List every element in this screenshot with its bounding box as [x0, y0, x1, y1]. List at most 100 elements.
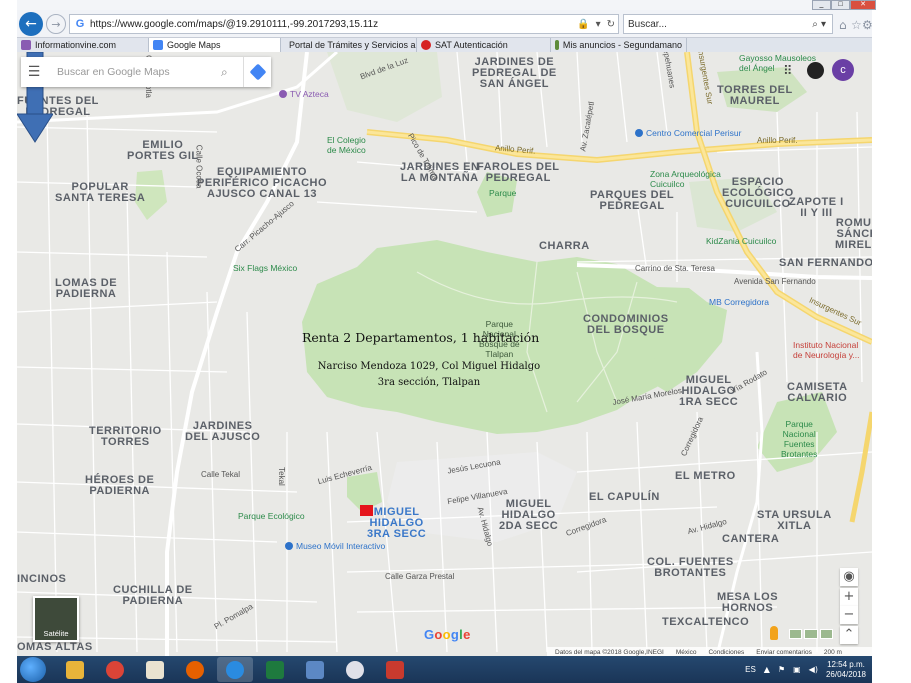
directions-button[interactable]: [243, 57, 271, 87]
poi-six-flags[interactable]: Six Flags México: [233, 263, 297, 273]
satellite-toggle[interactable]: Satélite: [33, 596, 79, 642]
poi-cuicuilco[interactable]: Zona Arqueológica Cuicuilco: [650, 169, 721, 189]
tab-sat-autenticacion[interactable]: SAT Autenticación: [417, 38, 551, 52]
taskbar-firefox[interactable]: [177, 657, 213, 682]
close-window-button[interactable]: ✕: [850, 0, 876, 10]
poi-label: Parque: [489, 188, 517, 198]
yellow-road: [849, 411, 872, 523]
poi-colegio-mexico[interactable]: El Colegio de México: [327, 135, 366, 155]
map-canvas[interactable]: JARDINES DE PEDREGAL DE SAN ÁNGEL TORRES…: [17, 52, 872, 656]
feedback-link[interactable]: Enviar comentarios: [756, 649, 812, 656]
imagery-thumb[interactable]: [819, 629, 833, 639]
notifications-icon[interactable]: [807, 62, 824, 79]
google-favicon-icon: G: [75, 18, 85, 30]
refresh-icon[interactable]: ↻: [604, 19, 618, 30]
flag-icon[interactable]: ⚑: [778, 665, 785, 674]
volume-icon[interactable]: ◀): [809, 665, 818, 674]
tab-label: Mis anuncios - Segundamano: [562, 40, 682, 50]
tab-label: Portal de Trámites y Servicios a...: [289, 40, 417, 50]
my-location-button[interactable]: ◉: [840, 568, 858, 586]
poi-label: Museo Móvil Interactivo: [296, 541, 386, 551]
network-icon[interactable]: ▣: [793, 665, 801, 674]
poi-perisur[interactable]: Centro Comercial Perisur: [635, 128, 741, 138]
taskbar-chrome[interactable]: [97, 657, 133, 682]
minimize-button[interactable]: _: [812, 0, 831, 10]
maximize-button[interactable]: □: [831, 0, 850, 10]
tab-portal-tramites[interactable]: Portal de Trámites y Servicios a...: [281, 38, 417, 52]
poi-parque-ecologico[interactable]: Parque Ecológico: [238, 511, 305, 521]
taskbar-excel[interactable]: [257, 657, 293, 682]
start-button[interactable]: [20, 657, 46, 682]
poi-parque[interactable]: Parque: [489, 188, 516, 198]
address-bar-row: ← → G https://www.google.com/maps/@19.29…: [17, 10, 873, 38]
folder-icon: [66, 660, 84, 679]
browser-search-placeholder: Buscar...: [628, 18, 667, 30]
google-logo: Google: [424, 627, 471, 642]
browser-window: _ □ ✕ ← → G https://www.google.com/maps/…: [17, 0, 876, 683]
browser-search-field[interactable]: Buscar... ⌕ ▾: [623, 14, 833, 34]
search-icon[interactable]: ⌕ ▾: [812, 19, 832, 30]
poi-mb-corregidora[interactable]: MB Corregidora: [709, 297, 769, 307]
street-label: Calle Tekal: [201, 470, 240, 479]
home-icon[interactable]: ⌂: [839, 18, 847, 32]
poi-museo-movil[interactable]: Museo Móvil Interactivo: [285, 541, 385, 551]
street-label: Calle Ocotla: [194, 144, 204, 189]
neighborhood-label: CAMISETA CALVARIO: [787, 381, 848, 404]
maps-search-input[interactable]: Buscar en Google Maps: [47, 66, 221, 78]
scale-label[interactable]: 200 m: [824, 649, 842, 656]
neighborhood-label: JARDINES DE PEDREGAL DE SAN ÁNGEL: [472, 56, 557, 90]
taskbar-chart-app[interactable]: [377, 657, 413, 682]
rental-title: Renta 2 Departamentos, 1 habitación: [302, 330, 540, 345]
chrome-icon: [106, 660, 124, 679]
settings-gear-icon[interactable]: ⚙: [862, 18, 873, 32]
imagery-thumb[interactable]: [789, 629, 803, 639]
dropdown-arrow-icon[interactable]: ▾: [593, 19, 604, 30]
tab-informationvine[interactable]: Informationvine.com: [17, 38, 149, 52]
search-icon[interactable]: ⌕: [221, 65, 243, 80]
poi-tv-azteca[interactable]: TV Azteca: [279, 89, 329, 99]
url-field[interactable]: G https://www.google.com/maps/@19.291011…: [69, 14, 619, 34]
taskbar-ie[interactable]: [217, 657, 253, 682]
neighborhood-label: EQUIPAMIENTO PERIFÉRICO PICACHO AJUSCO C…: [197, 166, 328, 200]
poi-label: El Colegio de México: [327, 135, 366, 155]
poi-kidzania[interactable]: KidZania Cuicuilco: [706, 236, 776, 246]
language-indicator[interactable]: ES: [745, 665, 756, 674]
neighborhood-label: EL METRO: [675, 470, 736, 482]
poi-fuentes-brotantes[interactable]: Parque Nacional Fuentes Brotantes: [781, 419, 817, 459]
taskbar-explorer[interactable]: [57, 657, 93, 682]
tab-favicon-icon: [421, 40, 431, 50]
poi-marker-icon: [279, 90, 287, 98]
neighborhood-label: SAN FERNANDO: [779, 257, 872, 269]
imagery-thumb[interactable]: [804, 629, 818, 639]
clock[interactable]: 12:54 p.m. 26/04/2018: [826, 660, 866, 680]
pegman-icon[interactable]: [770, 626, 778, 640]
taskbar-window[interactable]: [297, 657, 333, 682]
address-line-2: 3ra sección, Tlalpan: [377, 377, 481, 388]
attribution-bar: Datos del mapa ©2018 Google,INEGI México…: [547, 647, 872, 656]
hamburger-menu-icon[interactable]: ☰: [21, 64, 47, 80]
back-button[interactable]: ←: [19, 12, 43, 36]
url-text: https://www.google.com/maps/@19.2910111,…: [90, 18, 379, 30]
zoom-out-button[interactable]: −: [840, 606, 858, 624]
region-link[interactable]: México: [676, 649, 697, 656]
tab-segundamano[interactable]: Mis anuncios - Segundamano: [551, 38, 687, 52]
tab-favicon-icon: [21, 40, 31, 50]
avatar[interactable]: c: [832, 59, 854, 81]
lock-icon: 🔒: [577, 18, 590, 30]
poi-neurologia[interactable]: Instituto Nacional de Neurología y...: [793, 340, 859, 360]
tab-google-maps[interactable]: Google Maps: [149, 38, 281, 52]
zoom-in-button[interactable]: +: [840, 588, 858, 606]
expand-controls-button[interactable]: ⌃: [840, 626, 858, 644]
media-player-icon: [146, 660, 164, 679]
favorites-star-icon[interactable]: ☆: [851, 18, 862, 32]
taskbar-itunes[interactable]: [337, 657, 373, 682]
apps-grid-icon[interactable]: ⠿: [783, 64, 793, 79]
imagery-thumbnails[interactable]: [789, 629, 833, 639]
tray-arrow-icon[interactable]: ▲: [764, 665, 770, 674]
poi-gayosso[interactable]: Gayosso Mausoleos del Ángel: [739, 53, 816, 73]
itunes-icon: [346, 660, 364, 679]
forward-button[interactable]: →: [46, 14, 66, 34]
maps-search-box[interactable]: ☰ Buscar en Google Maps ⌕: [21, 57, 271, 87]
terms-link[interactable]: Condiciones: [708, 649, 744, 656]
taskbar-media[interactable]: [137, 657, 173, 682]
